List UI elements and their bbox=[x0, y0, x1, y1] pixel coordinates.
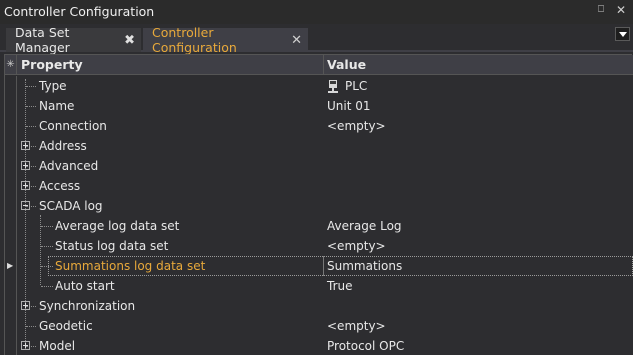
property-value[interactable]: Unit 01 bbox=[327, 99, 371, 113]
close-tab-icon[interactable]: ✖ bbox=[124, 33, 135, 48]
property-row[interactable]: SCADA log bbox=[18, 196, 633, 216]
expand-plus-icon[interactable] bbox=[21, 301, 30, 310]
property-label: Summations log data set bbox=[55, 259, 206, 273]
window-title: Controller Configuration bbox=[4, 4, 155, 19]
property-label: Geodetic bbox=[39, 319, 93, 333]
expand-plus-icon[interactable] bbox=[21, 181, 30, 190]
tab-label: Data Set Manager bbox=[15, 25, 70, 55]
property-value[interactable]: <empty> bbox=[327, 119, 386, 133]
property-value-text: Average Log bbox=[327, 219, 402, 233]
property-row[interactable]: Auto start True bbox=[18, 276, 633, 296]
property-row[interactable]: Advanced bbox=[18, 156, 633, 176]
property-label: SCADA log bbox=[39, 199, 103, 213]
collapse-minus-icon[interactable] bbox=[21, 201, 30, 210]
tab-label: Controller Configuration bbox=[152, 25, 237, 55]
column-header-property[interactable]: Property bbox=[21, 57, 83, 72]
column-divider bbox=[323, 256, 324, 276]
property-row[interactable]: Geodetic <empty> bbox=[18, 316, 633, 336]
tree-line bbox=[26, 126, 36, 127]
column-divider[interactable] bbox=[323, 55, 324, 75]
tab-list-dropdown-icon[interactable] bbox=[615, 27, 630, 41]
plc-icon bbox=[328, 79, 338, 93]
tree-line bbox=[26, 86, 36, 87]
pin-icon[interactable]: ⎕ bbox=[598, 4, 604, 15]
property-value-text: Unit 01 bbox=[327, 99, 371, 113]
property-value-text: <empty> bbox=[327, 119, 386, 133]
property-label: Type bbox=[39, 79, 67, 93]
property-row[interactable]: ▶ Summations log data set Summations bbox=[7, 256, 633, 276]
property-label: Access bbox=[39, 179, 81, 193]
property-row[interactable]: Name Unit 01 bbox=[18, 96, 633, 116]
property-label: Connection bbox=[39, 119, 107, 133]
property-value[interactable]: <empty> bbox=[327, 319, 386, 333]
property-value[interactable]: Summations bbox=[327, 259, 402, 273]
property-value[interactable]: Protocol OPC bbox=[327, 339, 404, 353]
property-value-text: <empty> bbox=[327, 239, 386, 253]
property-value-text: Protocol OPC bbox=[327, 339, 405, 353]
expand-plus-icon[interactable] bbox=[21, 141, 30, 150]
property-row[interactable]: Model Protocol OPC bbox=[18, 336, 633, 355]
tree-line bbox=[41, 266, 53, 267]
current-row-arrow-icon: ▶ bbox=[7, 261, 14, 270]
property-label: Synchronization bbox=[39, 299, 136, 313]
property-label: Status log data set bbox=[55, 239, 169, 253]
property-row[interactable]: Status log data set <empty> bbox=[18, 236, 633, 256]
property-grid: ✳ Property Value Type PLC Name Unit 01 Conne… bbox=[4, 54, 633, 355]
tree-line bbox=[26, 326, 36, 327]
tree-line bbox=[41, 286, 53, 287]
property-label: Address bbox=[39, 139, 87, 153]
property-value[interactable]: True bbox=[327, 279, 353, 293]
tree-line bbox=[26, 106, 36, 107]
property-label: Auto start bbox=[55, 279, 115, 293]
property-value-text: PLC bbox=[345, 79, 368, 93]
window-titlebar: Controller Configuration ⎕ ✕ bbox=[0, 0, 633, 24]
property-value[interactable]: PLC bbox=[327, 79, 367, 93]
grid-header: ✳ Property Value bbox=[5, 55, 633, 75]
expand-plus-icon[interactable] bbox=[21, 341, 30, 350]
property-label: Model bbox=[39, 339, 76, 353]
property-row[interactable]: Type PLC bbox=[18, 76, 633, 96]
property-row[interactable]: Address bbox=[18, 136, 633, 156]
property-value[interactable]: Average Log bbox=[327, 219, 402, 233]
close-window-icon[interactable]: ✕ bbox=[616, 3, 626, 17]
close-tab-icon[interactable]: ✕ bbox=[291, 33, 302, 48]
column-header-value[interactable]: Value bbox=[327, 57, 366, 72]
property-value-text: True bbox=[327, 279, 353, 293]
property-row[interactable]: Connection <empty> bbox=[18, 116, 633, 136]
tab-strip: Data Set Manager ✖ Controller Configurat… bbox=[0, 24, 633, 55]
property-row[interactable]: Average log data set Average Log bbox=[18, 216, 633, 236]
property-label: Advanced bbox=[39, 159, 99, 173]
row-header-strip bbox=[5, 76, 17, 355]
property-row[interactable]: Access bbox=[18, 176, 633, 196]
property-row[interactable]: Synchronization bbox=[18, 296, 633, 316]
property-label: Name bbox=[39, 99, 75, 113]
property-value-text: Summations bbox=[327, 259, 403, 273]
tree-line bbox=[41, 226, 53, 227]
tab-data-set-manager[interactable]: Data Set Manager ✖ bbox=[6, 25, 141, 55]
asterisk-icon: ✳ bbox=[5, 55, 17, 75]
expand-plus-icon[interactable] bbox=[21, 161, 30, 170]
property-value[interactable]: <empty> bbox=[327, 239, 386, 253]
tab-controller-configuration[interactable]: Controller Configuration ✕ bbox=[143, 25, 308, 55]
property-label: Average log data set bbox=[55, 219, 180, 233]
property-value-text: <empty> bbox=[327, 319, 386, 333]
tree-line bbox=[41, 246, 53, 247]
